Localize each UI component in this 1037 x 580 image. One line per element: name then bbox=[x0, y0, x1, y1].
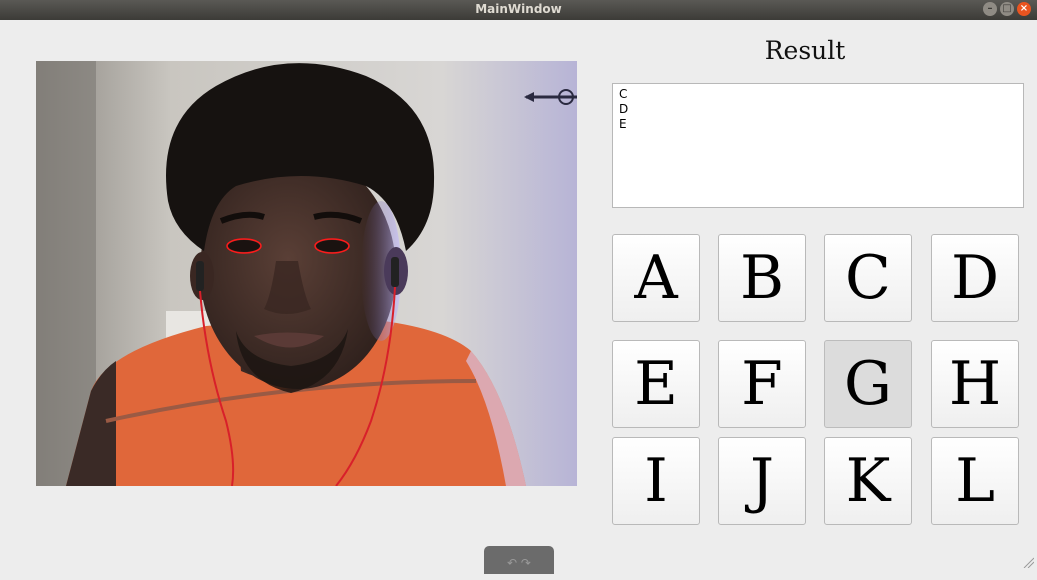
key-g-button[interactable]: G bbox=[824, 340, 912, 428]
key-b-button[interactable]: B bbox=[718, 234, 806, 322]
undo-arrow-icon[interactable]: ↶ bbox=[507, 556, 517, 570]
window-titlebar[interactable]: MainWindow – □ × bbox=[0, 0, 1037, 20]
maximize-icon[interactable]: □ bbox=[1000, 2, 1014, 16]
key-a-button[interactable]: A bbox=[612, 234, 700, 322]
key-j-button[interactable]: J bbox=[718, 437, 806, 525]
result-title: Result bbox=[764, 36, 846, 65]
result-line: C bbox=[619, 87, 628, 101]
key-c-button[interactable]: C bbox=[824, 234, 912, 322]
key-d-button[interactable]: D bbox=[931, 234, 1019, 322]
result-line: E bbox=[619, 117, 627, 131]
bottom-dock-tab[interactable]: ↶ ↷ bbox=[484, 546, 554, 574]
key-f-button[interactable]: F bbox=[718, 340, 806, 428]
key-k-button[interactable]: K bbox=[824, 437, 912, 525]
key-e-button[interactable]: E bbox=[612, 340, 700, 428]
result-line: D bbox=[619, 102, 629, 116]
key-h-button[interactable]: H bbox=[931, 340, 1019, 428]
key-i-button[interactable]: I bbox=[612, 437, 700, 525]
resize-grip-icon[interactable] bbox=[1022, 556, 1034, 568]
window-title: MainWindow bbox=[475, 2, 562, 16]
key-l-button[interactable]: L bbox=[931, 437, 1019, 525]
redo-arrow-icon[interactable]: ↷ bbox=[521, 556, 531, 570]
camera-feed bbox=[36, 61, 577, 486]
minimize-icon[interactable]: – bbox=[983, 2, 997, 16]
close-icon[interactable]: × bbox=[1017, 2, 1031, 16]
result-text-area[interactable]: C D E bbox=[612, 83, 1024, 208]
